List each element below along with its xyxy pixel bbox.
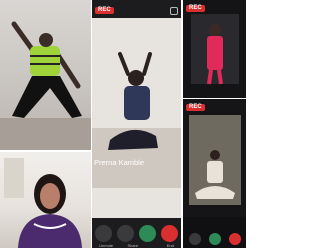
seated-yoga-figure xyxy=(92,18,181,218)
switch-camera-icon[interactable] xyxy=(170,6,178,15)
yoga-pose-figure xyxy=(0,21,91,150)
control-label: Share xyxy=(127,243,139,248)
participant-video-tile-yoga-pose[interactable] xyxy=(0,0,91,150)
meditation-figure xyxy=(183,115,246,248)
recording-badge: REC xyxy=(95,7,114,14)
woman-figure xyxy=(4,158,82,248)
mute-button[interactable] xyxy=(94,225,112,242)
participant-name: Prerna Kamble xyxy=(94,158,145,167)
call-controls xyxy=(92,225,181,242)
participant-video-tile-meditation[interactable]: REC xyxy=(183,99,246,248)
top-bar: REC xyxy=(92,4,181,17)
end-call-button[interactable] xyxy=(161,225,179,242)
participant-video-tile-woman[interactable] xyxy=(0,152,91,248)
standing-figure xyxy=(191,14,239,85)
host-video-tile[interactable]: REC Prerna Kamble Unmute Share End xyxy=(92,0,181,248)
share-button[interactable] xyxy=(116,225,134,242)
control-label: End xyxy=(166,243,174,248)
video-toggle-button[interactable] xyxy=(139,225,157,242)
participant-video-tile-red-dress[interactable]: REC xyxy=(183,0,246,98)
control-label: Unmute xyxy=(99,243,114,248)
control-labels: Unmute Share End xyxy=(92,243,181,248)
